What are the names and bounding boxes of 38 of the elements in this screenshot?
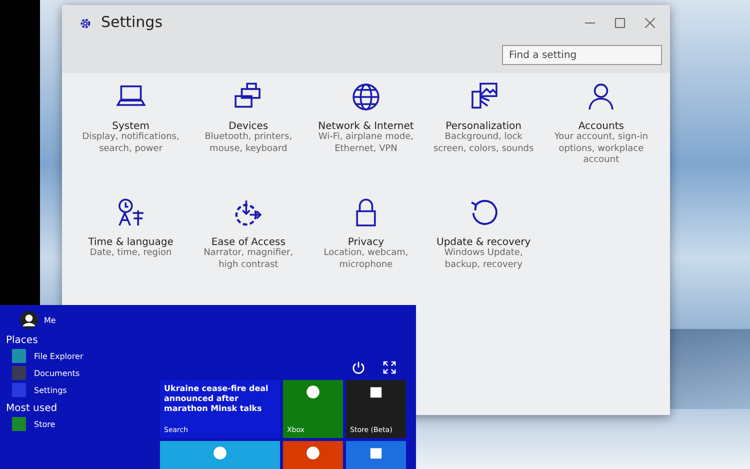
category-description: Wi-Fi, airplane mode, Ethernet, VPN xyxy=(317,132,415,156)
menu-item[interactable]: File Explorer xyxy=(34,352,84,360)
menu-item[interactable]: Documents xyxy=(34,368,80,378)
category-description: Your account, sign-in options, workplace account xyxy=(553,132,650,168)
category-description: Windows Update, backup, recovery xyxy=(443,248,524,272)
category-name[interactable]: Accounts xyxy=(578,121,624,132)
menu-item[interactable]: Store xyxy=(34,420,56,428)
maximize-icon xyxy=(615,18,625,28)
app-tile[interactable] xyxy=(346,441,406,469)
power-icon[interactable] xyxy=(352,361,365,374)
news-headline: Ukraine cease-fire deal announced after marathon Minsk talks xyxy=(164,384,270,414)
category-description: Bluetooth, printers, mouse, keyboard xyxy=(204,132,294,156)
category-description: Display, notifications, search, power xyxy=(81,132,180,156)
avatar-icon xyxy=(20,311,38,329)
section-heading: Most used xyxy=(6,403,58,414)
menu-item[interactable]: Settings xyxy=(34,386,67,394)
gear-icon xyxy=(78,16,93,31)
category-description: Location, webcam, microphone xyxy=(322,248,410,272)
window-title: Settings xyxy=(101,13,163,31)
category-name[interactable]: Network & Internet xyxy=(318,121,414,132)
category-name[interactable]: Devices xyxy=(228,121,268,132)
globe-icon[interactable] xyxy=(350,81,382,113)
app-tile[interactable] xyxy=(160,441,280,469)
category-name[interactable]: Time & language xyxy=(88,237,174,248)
category-name[interactable]: Ease of Access xyxy=(211,237,286,248)
category-name[interactable]: System xyxy=(112,121,150,132)
close-icon xyxy=(645,18,655,28)
section-heading: Places xyxy=(6,335,39,346)
category-name[interactable]: Update & recovery xyxy=(436,237,531,248)
app-tile[interactable] xyxy=(283,441,343,469)
category-description: Date, time, region xyxy=(90,248,172,260)
search-field[interactable]: Find a setting xyxy=(502,45,662,65)
expand-icon[interactable] xyxy=(383,361,396,374)
user-name[interactable]: Me xyxy=(44,316,56,324)
category-description: Background, lock screen, colors, sounds xyxy=(432,132,535,156)
category-name[interactable]: Personalization xyxy=(446,121,522,132)
category-name[interactable]: Privacy xyxy=(348,237,384,248)
category-description: Narrator, magnifier, high contrast xyxy=(202,248,294,272)
